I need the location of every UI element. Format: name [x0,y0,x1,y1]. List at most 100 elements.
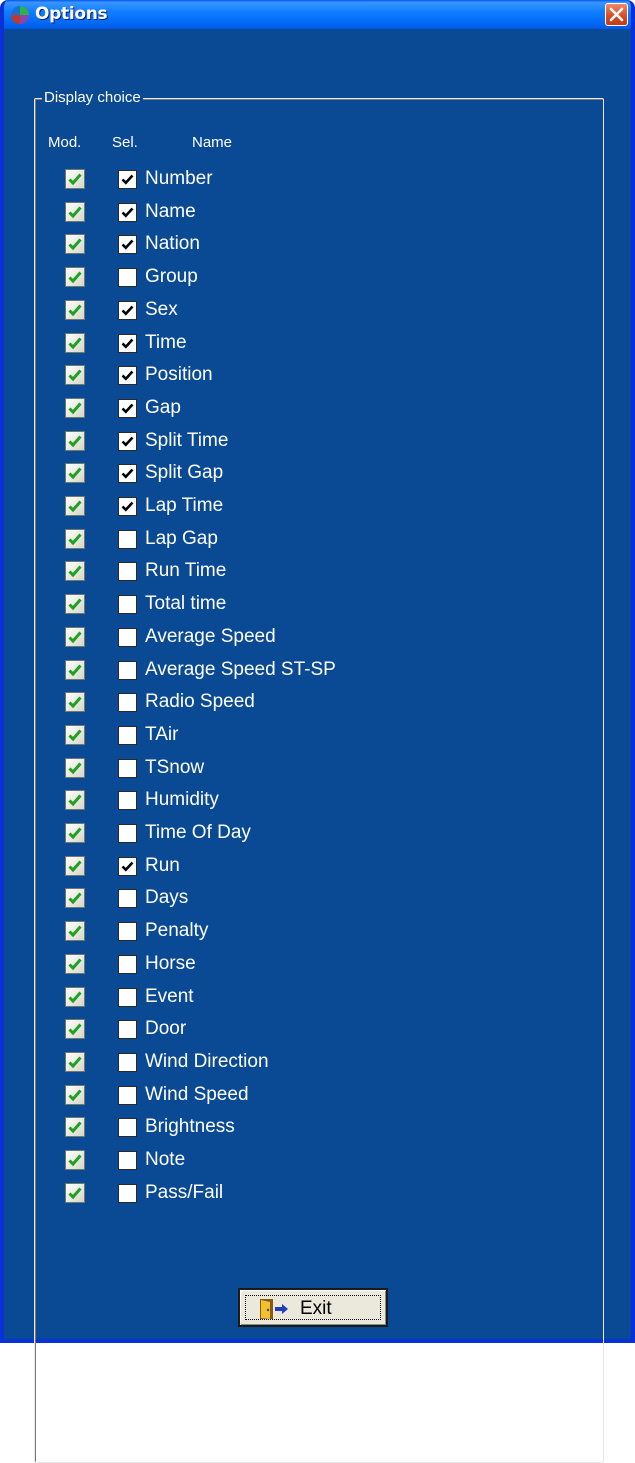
mod-checkbox[interactable] [65,790,85,811]
mod-checkbox[interactable] [65,626,85,647]
field-label: Gap [145,396,181,418]
mod-checkbox[interactable] [65,692,85,713]
check-icon [68,369,82,382]
field-row: Nation [0,232,600,262]
sel-checkbox[interactable] [118,1151,137,1170]
close-button[interactable] [605,3,628,26]
field-row: Split Gap [0,461,600,491]
sel-checkbox[interactable] [118,235,137,255]
field-label: TSnow [145,756,205,778]
mod-checkbox[interactable] [65,594,85,615]
mod-checkbox[interactable] [65,234,85,255]
sel-checkbox[interactable] [118,366,137,386]
sel-checkbox[interactable] [118,889,137,909]
sel-checkbox[interactable] [118,1020,137,1040]
header-name: Name [192,134,233,151]
sel-checkbox[interactable] [118,922,137,942]
mod-checkbox[interactable] [65,1117,85,1138]
sel-checkbox[interactable] [118,202,137,222]
sel-checkbox[interactable] [118,1183,137,1203]
sel-checkbox[interactable] [118,824,137,843]
sel-checkbox[interactable] [118,627,137,647]
mod-checkbox[interactable] [65,1150,85,1170]
check-icon [68,1187,82,1199]
sel-checkbox[interactable] [118,660,137,680]
check-icon [68,827,82,840]
mod-checkbox[interactable] [65,561,85,582]
mod-checkbox[interactable] [65,496,85,516]
sel-checkbox[interactable] [118,529,137,549]
sel-checkbox[interactable] [118,758,137,778]
sel-checkbox[interactable] [118,791,137,811]
mod-checkbox[interactable] [65,724,85,745]
mod-checkbox[interactable] [65,659,85,680]
mod-checkbox[interactable] [65,888,85,909]
group-legend: Display choice [42,89,143,107]
field-row: Event [0,985,600,1015]
sel-checkbox[interactable] [118,398,137,418]
check-icon [68,1089,82,1101]
sel-checkbox[interactable] [118,431,137,451]
check-icon [68,958,82,970]
sel-checkbox[interactable] [118,464,137,484]
field-row: TSnow [0,756,600,786]
check-icon [68,402,82,415]
mod-checkbox[interactable] [65,430,85,451]
check-icon [68,206,82,218]
mod-checkbox[interactable] [65,953,85,974]
check-icon [68,1023,82,1036]
mod-checkbox[interactable] [65,855,85,876]
sel-checkbox[interactable] [118,954,137,974]
check-icon [121,403,134,414]
sel-checkbox[interactable] [118,1118,137,1138]
mod-checkbox[interactable] [65,528,85,549]
mod-checkbox[interactable] [65,986,85,1007]
mod-checkbox[interactable] [65,201,85,222]
sel-checkbox[interactable] [118,693,137,713]
mod-checkbox[interactable] [65,921,85,942]
mod-checkbox[interactable] [65,397,85,418]
field-row: Wind Speed [0,1083,600,1113]
check-icon [68,762,82,774]
mod-checkbox[interactable] [65,1182,85,1203]
sel-checkbox[interactable] [118,170,137,189]
mod-checkbox[interactable] [65,1019,85,1040]
header-sel: Sel. [112,134,138,151]
exit-button[interactable]: Exit [238,1288,388,1327]
check-icon [68,794,82,807]
check-icon [68,598,82,611]
check-icon [68,435,82,447]
field-row: Sex [0,298,600,328]
sel-checkbox[interactable] [118,300,137,320]
window-title: Options [35,4,108,24]
mod-checkbox[interactable] [65,1051,85,1072]
sel-checkbox[interactable] [118,725,137,745]
close-icon [609,7,624,22]
sel-checkbox[interactable] [118,497,137,516]
mod-checkbox[interactable] [65,267,85,288]
sel-checkbox[interactable] [118,333,137,353]
field-row: Pass/Fail [0,1181,600,1211]
sel-checkbox[interactable] [118,1085,137,1105]
mod-checkbox[interactable] [65,299,85,320]
sel-checkbox[interactable] [118,856,137,876]
mod-checkbox[interactable] [65,1084,85,1105]
mod-checkbox[interactable] [65,757,85,778]
title-bar[interactable]: Options [4,0,631,29]
mod-checkbox[interactable] [65,169,85,189]
mod-checkbox[interactable] [65,823,85,843]
sel-checkbox[interactable] [118,268,137,288]
field-label: Split Gap [145,462,224,484]
sel-checkbox[interactable] [118,562,137,582]
check-icon [68,1056,82,1069]
mod-checkbox[interactable] [65,332,85,353]
field-row: Humidity [0,788,600,818]
mod-checkbox[interactable] [65,463,85,484]
field-row: Brightness [0,1115,600,1145]
sel-checkbox[interactable] [118,595,137,615]
sel-checkbox[interactable] [118,987,137,1007]
sel-checkbox[interactable] [118,1052,137,1072]
mod-checkbox[interactable] [65,365,85,386]
field-label: Days [145,887,189,909]
field-row: Run [0,854,600,884]
